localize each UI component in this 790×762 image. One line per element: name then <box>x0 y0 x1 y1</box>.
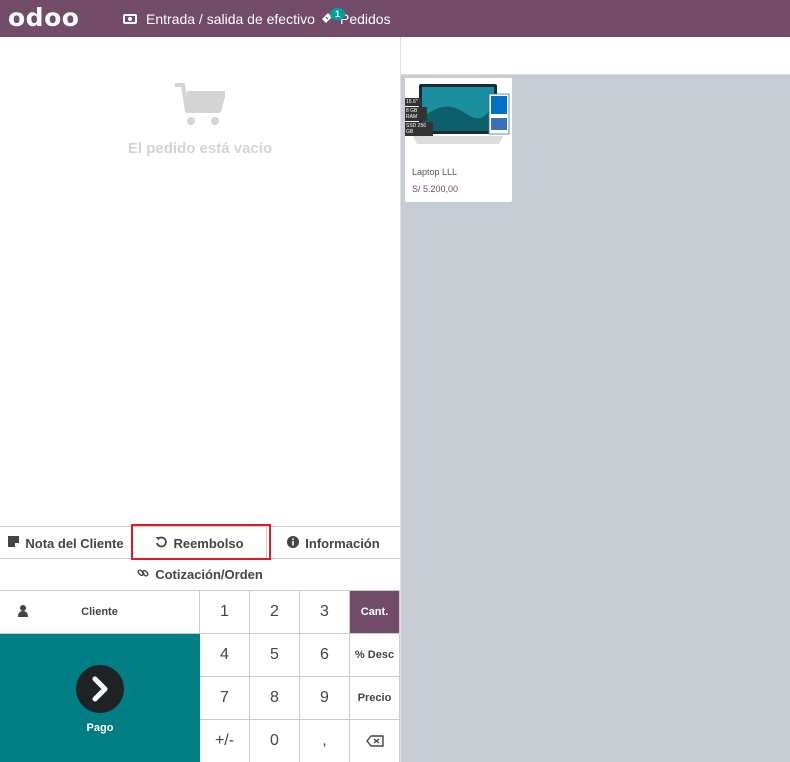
link-icon <box>137 567 149 582</box>
orders-count-badge: 1 <box>330 8 345 20</box>
numpad-key-4[interactable]: 4 <box>200 634 250 677</box>
numpad-key-7[interactable]: 7 <box>200 677 250 720</box>
chevron-right-icon <box>92 676 108 702</box>
numpad: 1 2 3 Cant. 4 5 6 % Desc 7 8 9 Precio +/… <box>200 591 400 762</box>
info-circle-icon <box>287 535 300 551</box>
spec-tag: SSD 256 GB <box>405 122 433 136</box>
info-button[interactable]: Información <box>267 527 400 559</box>
customer-note-label: Nota del Cliente <box>25 535 124 551</box>
numpad-key-6[interactable]: 6 <box>300 634 350 677</box>
numpad-key-plus-minus[interactable]: +/- <box>200 720 250 762</box>
odoo-logo[interactable]: odoo <box>8 3 79 32</box>
numpad-key-8[interactable]: 8 <box>250 677 300 720</box>
shopping-cart-icon <box>175 83 225 125</box>
product-price: S/ 5.200,00 <box>412 184 459 194</box>
product-card[interactable]: 15.6" 8 GB RAM SSD 256 GB Laptop LLL S/ … <box>405 78 512 202</box>
spec-tag: 8 GB RAM <box>405 107 427 121</box>
quotation-order-label: Cotización/Orden <box>155 567 263 582</box>
payment-label: Pago <box>86 722 114 734</box>
payment-circle <box>76 665 124 713</box>
quantity-mode-button[interactable]: Cant. <box>350 591 400 634</box>
control-buttons-area: Cliente Pago 1 2 3 Cant. 4 5 6 % Desc 7 … <box>0 590 400 762</box>
product-name: Laptop LLL <box>412 167 458 177</box>
numpad-key-5[interactable]: 5 <box>250 634 300 677</box>
product-spec-tags: 15.6" 8 GB RAM SSD 256 GB <box>405 98 433 136</box>
numpad-key-2[interactable]: 2 <box>250 591 300 634</box>
top-navbar: odoo Entrada / salida de efectivo 1 Pedi… <box>0 0 790 37</box>
quotation-order-button[interactable]: Cotización/Orden <box>0 559 400 590</box>
backspace-button[interactable] <box>350 720 400 762</box>
cash-in-out-button[interactable]: Entrada / salida de efectivo <box>123 0 315 37</box>
orders-label: Pedidos <box>340 10 391 27</box>
backspace-icon <box>365 735 384 747</box>
customer-label: Cliente <box>81 606 118 618</box>
order-panel: El pedido está vacío <box>0 37 400 526</box>
refund-button[interactable]: Reembolso <box>133 527 267 559</box>
product-screen: 15.6" 8 GB RAM SSD 256 GB Laptop LLL S/ … <box>400 37 790 762</box>
order-actions-row: Nota del Cliente Reembolso Información <box>0 526 400 559</box>
user-icon <box>18 605 28 617</box>
numpad-key-1[interactable]: 1 <box>200 591 250 634</box>
product-control-bar <box>401 37 790 75</box>
spec-tag: 15.6" <box>405 98 421 106</box>
orders-button[interactable]: 1 Pedidos <box>320 0 391 37</box>
sticky-note-icon <box>8 536 20 550</box>
quotation-row: Cotización/Orden <box>0 558 400 590</box>
numpad-key-0[interactable]: 0 <box>250 720 300 762</box>
customer-button[interactable]: Cliente <box>0 591 200 634</box>
numpad-key-3[interactable]: 3 <box>300 591 350 634</box>
cash-in-out-label: Entrada / salida de efectivo <box>146 10 315 27</box>
payment-button[interactable]: Pago <box>0 634 200 762</box>
empty-order-message: El pedido está vacío <box>127 140 273 157</box>
price-mode-button[interactable]: Precio <box>350 677 400 720</box>
discount-mode-button[interactable]: % Desc <box>350 634 400 677</box>
numpad-key-decimal[interactable]: , <box>300 720 350 762</box>
customer-note-button[interactable]: Nota del Cliente <box>0 527 133 559</box>
numpad-key-9[interactable]: 9 <box>300 677 350 720</box>
money-icon <box>123 13 137 24</box>
undo-icon <box>155 536 168 551</box>
info-label: Información <box>305 535 380 551</box>
refund-label: Reembolso <box>173 535 244 551</box>
